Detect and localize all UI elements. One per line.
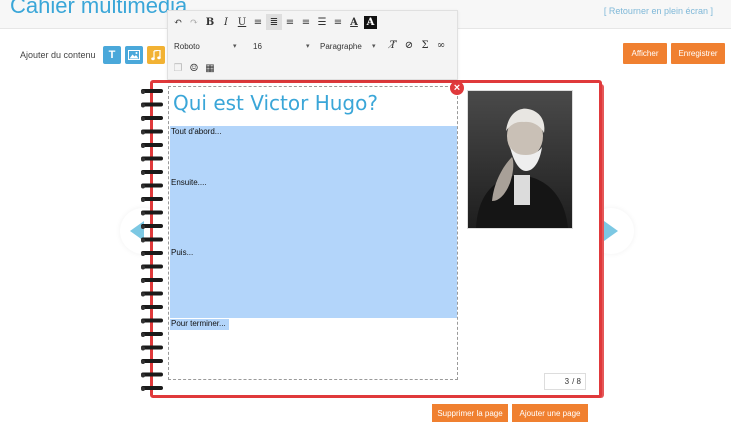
spiral-ring — [141, 291, 163, 297]
delete-page-button[interactable]: Supprimer la page — [432, 404, 508, 422]
underline-icon[interactable]: U — [234, 14, 250, 30]
emoji-icon[interactable]: ☺ — [186, 60, 202, 76]
selected-text-area — [170, 126, 457, 318]
chevron-down-icon: ▾ — [372, 43, 376, 50]
show-button[interactable]: Afficher — [623, 43, 667, 64]
spiral-ring — [141, 359, 163, 364]
app-title: Cahier multimédia — [10, 0, 188, 18]
spiral-binding — [141, 89, 163, 391]
spiral-ring — [141, 89, 163, 94]
text-color-icon[interactable]: A — [346, 14, 362, 30]
add-text-button[interactable]: T — [103, 46, 121, 64]
sigma-icon[interactable]: Σ — [417, 37, 433, 53]
spiral-ring — [141, 210, 163, 216]
close-block-button[interactable]: × — [450, 81, 464, 95]
spiral-ring — [141, 386, 163, 391]
add-image-button[interactable] — [125, 46, 143, 64]
save-button[interactable]: Enregistrer — [671, 43, 725, 64]
align-left-icon[interactable]: ≡ — [282, 14, 298, 30]
spiral-ring — [141, 129, 163, 135]
block-format-value: Paragraphe — [320, 41, 362, 51]
text-line-4: Pour terminer... — [171, 319, 226, 328]
spiral-ring — [141, 332, 163, 337]
spiral-ring — [141, 345, 163, 351]
spiral-ring — [141, 197, 163, 202]
bold-icon[interactable]: B — [202, 14, 218, 30]
spiral-ring — [141, 143, 163, 148]
attachment-icon[interactable]: ⊘ — [401, 37, 417, 53]
add-page-button[interactable]: Ajouter une page — [512, 404, 588, 422]
redo-icon[interactable]: ↷ — [186, 14, 202, 30]
spiral-ring — [141, 372, 163, 378]
link-icon[interactable]: ∞ — [433, 37, 449, 53]
page-heading: Qui est Victor Hugo? — [173, 91, 378, 115]
text-line-2: Ensuite.... — [171, 178, 207, 187]
arrow-right-icon — [604, 221, 618, 241]
justify-icon[interactable]: ≡ — [250, 14, 266, 30]
copy-icon[interactable]: ❐ — [170, 60, 186, 76]
font-size-value: 16 — [253, 41, 262, 51]
spiral-ring — [141, 116, 163, 121]
editor-toolbar: ↶ ↷ B I U ≡ ≣ ≡ ≡ ☰ ≡ A A Roboto ▾ 16 ▾ … — [167, 10, 458, 80]
text-icon: T — [108, 49, 116, 61]
add-audio-button[interactable] — [147, 46, 165, 64]
spiral-ring — [141, 264, 163, 270]
spiral-ring — [141, 278, 163, 283]
text-line-1: Tout d'abord... — [171, 127, 222, 136]
spiral-ring — [141, 170, 163, 175]
text-line-3: Puis... — [171, 248, 194, 257]
numbered-list-icon[interactable]: ≡ — [330, 14, 346, 30]
portrait-illustration — [468, 91, 572, 228]
bullet-list-icon[interactable]: ☰ — [314, 14, 330, 30]
background-color-icon[interactable]: A — [364, 15, 377, 29]
spiral-ring — [141, 305, 163, 310]
spiral-ring — [141, 237, 163, 243]
align-right-icon[interactable]: ≡ — [298, 14, 314, 30]
italic-icon[interactable]: I — [218, 14, 234, 30]
spiral-ring — [141, 224, 163, 229]
undo-icon[interactable]: ↶ — [170, 14, 186, 30]
table-icon[interactable]: ▦ — [202, 60, 218, 76]
add-content-label: Ajouter du contenu — [20, 50, 96, 60]
image-icon — [128, 50, 140, 60]
spiral-ring — [141, 156, 163, 162]
spiral-ring — [141, 251, 163, 256]
font-family-select[interactable]: Roboto — [174, 39, 200, 53]
spiral-ring — [141, 318, 163, 324]
clear-format-icon[interactable]: T̸ — [385, 37, 401, 53]
fullscreen-link[interactable]: [ Retourner en plein écran ] — [604, 6, 713, 16]
font-family-value: Roboto — [174, 41, 200, 51]
current-page: 3 — [564, 377, 570, 386]
font-size-select[interactable]: 16 — [253, 39, 262, 53]
align-center-icon[interactable]: ≣ — [266, 14, 282, 30]
block-format-select[interactable]: Paragraphe — [320, 39, 362, 53]
music-icon — [151, 49, 161, 60]
spiral-ring — [141, 183, 163, 189]
close-icon: × — [453, 82, 461, 94]
spiral-ring — [141, 102, 163, 108]
page-counter[interactable]: 3 / 8 — [544, 373, 586, 390]
chevron-down-icon: ▾ — [233, 43, 237, 50]
total-pages: / 8 — [572, 377, 581, 386]
chevron-down-icon: ▾ — [306, 43, 310, 50]
portrait-image[interactable] — [467, 90, 573, 229]
